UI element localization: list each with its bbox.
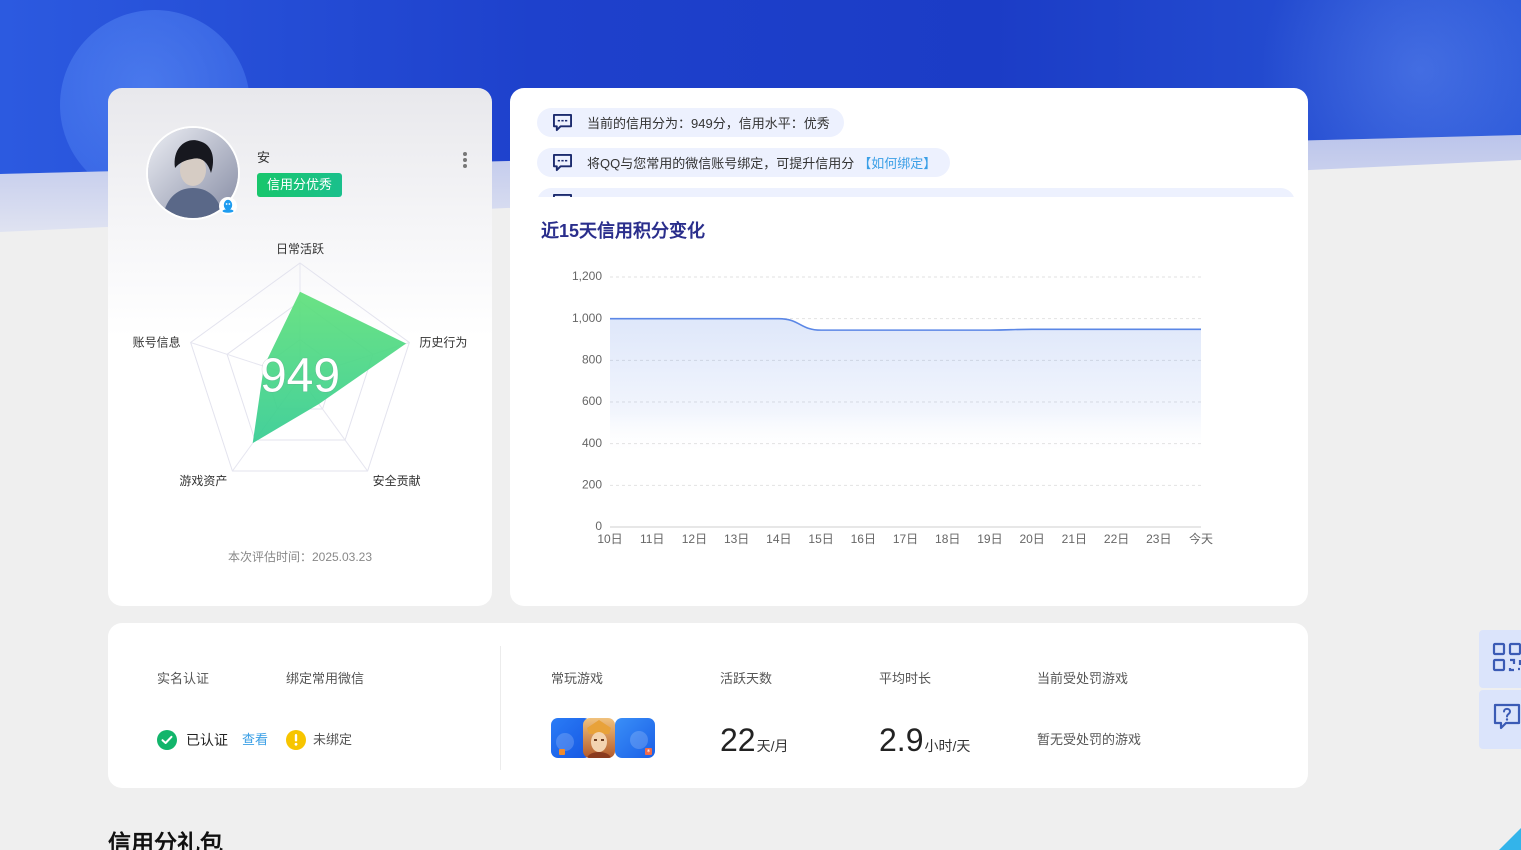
- account-stats-panel: 实名认证 绑定常用微信 已认证 查看 未绑定 常玩游戏 * 活跃天数 22 天/…: [108, 623, 1308, 788]
- qr-code-icon: [1492, 642, 1521, 677]
- avg-duration-unit: 小时/天: [924, 738, 971, 754]
- x-tick-label: 13日: [724, 532, 749, 546]
- data-point: [608, 316, 613, 321]
- data-point: [692, 316, 697, 321]
- radar-data-point: [251, 441, 255, 445]
- radar-axis-label: 日常活跃: [276, 242, 324, 256]
- data-point: [1114, 327, 1119, 332]
- active-days-label: 活跃天数: [720, 671, 773, 686]
- x-tick-label: 23日: [1146, 532, 1171, 546]
- wechat-bind-label: 绑定常用微信: [286, 671, 365, 686]
- radar-data-point: [298, 290, 302, 294]
- y-tick-label: 1,000: [572, 311, 602, 325]
- punished-games-value: 暂无受处罚的游戏: [1037, 732, 1142, 747]
- data-point: [819, 328, 824, 333]
- x-tick-label: 11日: [640, 532, 664, 546]
- radar-chart: 日常活跃历史行为安全贡献 游戏资产 账号信息 949: [133, 242, 468, 488]
- x-tick-label: 15日: [808, 532, 833, 546]
- svg-text:*: *: [647, 748, 651, 756]
- gift-section-header: 信用分礼包: [108, 828, 308, 850]
- game-icon: *: [615, 718, 655, 758]
- data-point: [1072, 327, 1077, 332]
- realname-label: 实名认证: [157, 671, 210, 686]
- punished-games-label: 当前受处罚游戏: [1037, 671, 1129, 686]
- x-tick-label: 14日: [766, 532, 791, 546]
- data-point: [1030, 327, 1035, 332]
- data-point: [1156, 327, 1161, 332]
- x-tick-label: 21日: [1062, 532, 1087, 546]
- data-point: [945, 328, 950, 333]
- view-realname-link[interactable]: 查看: [242, 731, 268, 749]
- y-tick-label: 400: [582, 436, 602, 450]
- area-fill: [610, 318, 1201, 527]
- credit-profile-card: 安 信用分优秀 日常活跃 历史行为 安全贡献 游戏资产 账号信息 949 本次评估时间：2…: [108, 88, 492, 606]
- y-tick-label: 800: [582, 353, 602, 367]
- qr-code-button[interactable]: [1479, 630, 1521, 688]
- y-tick-label: 600: [582, 394, 602, 408]
- radar-axis-label: 安全贡献: [373, 473, 421, 488]
- radar-axis-label: 游戏资产: [179, 474, 227, 488]
- credit-score-line-chart: 0 200 400 600 800 1,000 1,200 10日 11日 12日 13日 14日 15…: [572, 269, 1213, 546]
- y-tick-label: 0: [595, 519, 602, 533]
- divider: [500, 646, 501, 770]
- data-point: [861, 328, 866, 333]
- credit-trend-card: 当前的信用分为：949分，信用水平：优秀 将QQ与您常用的微信账号绑定，可提升信…: [510, 88, 1308, 606]
- x-tick-label: 22日: [1104, 532, 1129, 546]
- avg-duration-number: 2.9: [879, 722, 924, 758]
- active-days-value: 22 天/月: [720, 720, 788, 760]
- x-tick-label: 今天: [1189, 531, 1213, 546]
- x-tick-label: 18日: [935, 532, 960, 546]
- corner-decoration: [1499, 828, 1521, 850]
- y-tick-label: 200: [582, 478, 602, 492]
- frequent-games-label: 常玩游戏: [551, 671, 604, 686]
- data-point: [650, 316, 655, 321]
- data-point: [1199, 327, 1204, 332]
- wechat-bind-status: 未绑定: [313, 732, 353, 747]
- x-tick-label: 17日: [893, 532, 918, 546]
- floating-sidebar: [1479, 630, 1521, 749]
- radar-data-point: [404, 342, 408, 346]
- check-circle-icon: [157, 730, 177, 750]
- avg-duration-value: 2.9 小时/天: [879, 720, 970, 760]
- radar-center-score: 949: [260, 350, 340, 403]
- active-days-unit: 天/月: [756, 738, 789, 754]
- radar-axis-label: 账号信息: [133, 335, 181, 350]
- x-tick-label: 20日: [1019, 532, 1044, 546]
- section-title: 信用分礼包: [108, 830, 223, 850]
- x-tick-label: 16日: [851, 532, 876, 546]
- warning-icon: [286, 730, 306, 750]
- help-button[interactable]: [1479, 690, 1521, 749]
- avg-duration-label: 平均时长: [879, 671, 932, 686]
- realname-status: 已认证: [186, 732, 228, 748]
- evaluation-time: 本次评估时间：2025.03.23: [227, 550, 373, 564]
- data-point: [903, 328, 908, 333]
- x-tick-label: 19日: [977, 532, 1002, 546]
- active-days-number: 22: [720, 722, 756, 758]
- x-tick-label: 12日: [682, 532, 707, 546]
- data-point: [734, 316, 739, 321]
- y-tick-label: 1,200: [572, 269, 602, 283]
- data-point: [987, 328, 992, 333]
- help-icon: [1492, 702, 1521, 737]
- radar-axis-label: 历史行为: [419, 336, 467, 350]
- game-hero-icon: [583, 718, 615, 758]
- x-tick-label: 10日: [597, 532, 622, 546]
- data-point: [776, 316, 781, 321]
